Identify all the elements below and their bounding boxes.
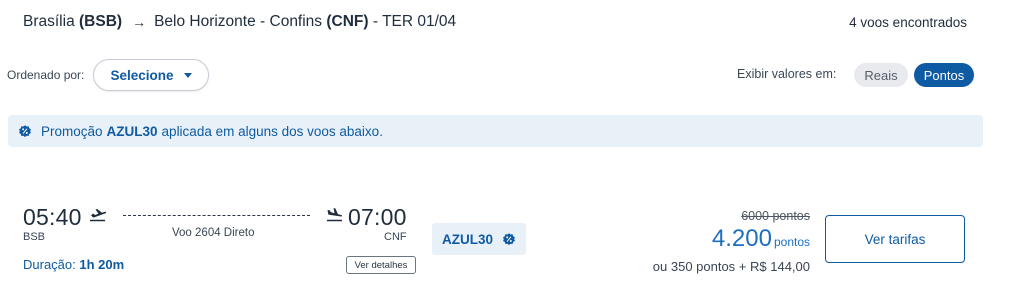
discounted-price: 4.200 pontos [712,225,810,253]
arrival-time: 07:00 [348,204,407,230]
discount-badge-icon [503,233,515,246]
promo-tag-label: AZUL30 [441,231,493,247]
sort-label: Ordenado por: [7,68,85,82]
duration-label: Duração: [23,257,76,272]
discount-badge-icon [19,125,31,138]
currency-toggle-label: Exibir valores em: [737,67,837,81]
promo-suffix: aplicada em alguns dos voos abaixo. [161,123,383,139]
currency-option-reais[interactable]: Reais [854,63,908,87]
original-price: 6000 pontos [741,209,810,223]
departure-airport-code: BSB [23,231,46,243]
alternative-price: ou 350 pontos + R$ 144,00 [652,259,810,274]
takeoff-plane-icon [90,209,107,222]
duration-value: 1h 20m [79,257,125,272]
flight-info: Voo 2604 Direto [172,227,255,239]
route-line [123,215,310,216]
sort-dropdown[interactable]: Selecione [93,59,209,91]
route-title: Brasília (BSB) → Belo Horizonte - Confin… [23,13,456,31]
price-value: 4.200 [711,225,772,252]
destination-city: Belo Horizonte - Confins [154,13,323,30]
origin-code: (BSB) [79,13,123,30]
destination-code: (CNF) [326,13,369,30]
arrival-airport-code: CNF [384,231,407,243]
departure-time: 05:40 [23,204,82,230]
landing-plane-icon [327,208,342,222]
view-fares-button[interactable]: Ver tarifas [825,215,965,263]
right-arrow-icon: → [132,14,147,30]
promo-banner: Promoção AZUL30 aplicada em alguns dos v… [8,115,983,147]
promo-prefix: Promoção [41,123,103,139]
currency-option-pontos[interactable]: Pontos [914,63,974,87]
chevron-down-icon [183,73,192,78]
flight-date: - TER 01/04 [372,13,457,30]
price-unit: pontos [773,235,810,249]
flights-found-count: 4 voos encontrados [849,15,967,30]
promo-code: AZUL30 [106,123,158,139]
promo-tag: AZUL30 [432,223,526,255]
sort-dropdown-value: Selecione [110,67,174,83]
view-details-button[interactable]: Ver detalhes [346,256,416,274]
origin-city: Brasília [23,13,75,30]
flight-duration: Duração: 1h 20m [23,257,124,272]
